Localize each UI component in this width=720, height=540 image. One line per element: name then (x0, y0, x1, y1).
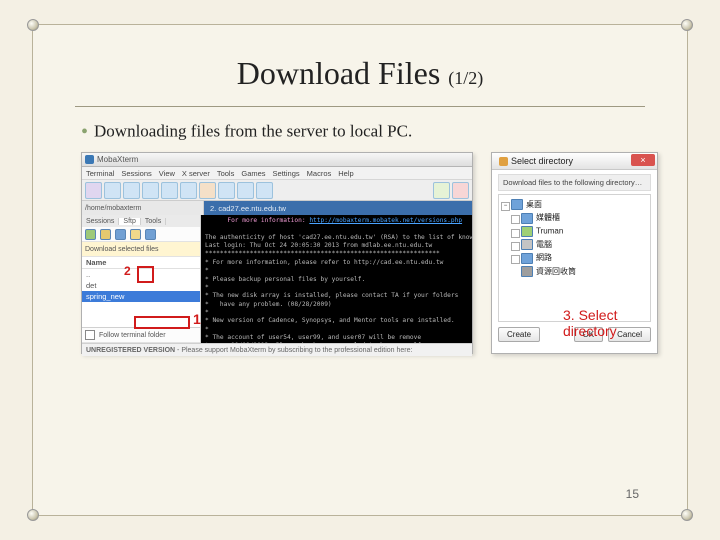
terminal-pane[interactable]: For more information: http://mobaxterm.m… (201, 215, 472, 343)
menu-item[interactable]: Games (241, 169, 265, 178)
tree-root[interactable]: 桌面 (501, 198, 648, 211)
bullet-line: • Downloading files from the server to lo… (33, 121, 687, 152)
status-bar: UNREGISTERED VERSION - Please support Mo… (82, 343, 472, 356)
tree-item[interactable]: 電腦 (511, 238, 648, 251)
dialog-title: Select directory (511, 156, 573, 166)
network-icon (521, 253, 533, 264)
screenshots: MobaXterm Terminal Sessions View X serve… (81, 152, 639, 382)
computer-icon (521, 239, 533, 250)
create-button[interactable]: Create (498, 327, 540, 342)
menu-item[interactable]: Sessions (121, 169, 151, 178)
close-icon[interactable]: × (631, 154, 655, 166)
divider (75, 106, 645, 107)
new-folder-icon[interactable] (130, 229, 141, 240)
refresh-icon[interactable] (115, 229, 126, 240)
callout-box (137, 266, 154, 283)
recycle-bin-icon (521, 266, 533, 277)
corner-screw-icon (681, 509, 693, 521)
upload-icon[interactable] (85, 229, 96, 240)
side-tab-tools[interactable]: Tools (141, 218, 166, 225)
tree-item[interactable]: 資源回收筒 (511, 265, 648, 278)
toolbar (82, 180, 472, 201)
bullet-dot-icon: • (81, 121, 88, 143)
directory-tree[interactable]: 桌面 媒體櫃 Truman 電腦 網路 資源回收筒 (498, 194, 651, 322)
tree-item[interactable]: 媒體櫃 (511, 211, 648, 224)
toolbar-multiexec-icon[interactable] (199, 182, 216, 199)
menu-item[interactable]: Macros (307, 169, 332, 178)
toolbar-tunneling-icon[interactable] (218, 182, 235, 199)
tooltip-download: Download selected files (82, 242, 200, 257)
tree-item[interactable]: Truman (511, 225, 648, 238)
menu-item[interactable]: Help (338, 169, 353, 178)
window-title: MobaXterm (97, 155, 138, 164)
title-main: Download Files (237, 55, 441, 91)
status-left: UNREGISTERED VERSION (86, 347, 175, 354)
desktop-icon (511, 199, 523, 210)
tree-item[interactable]: 網路 (511, 251, 648, 264)
menu-item[interactable]: X server (182, 169, 210, 178)
title-sub: (1/2) (448, 68, 483, 88)
list-item-selected[interactable]: spring_new (82, 291, 200, 302)
corner-screw-icon (681, 19, 693, 31)
sftp-toolbar (82, 227, 200, 242)
library-icon (521, 213, 533, 224)
menu-bar[interactable]: Terminal Sessions View X server Tools Ga… (82, 167, 472, 180)
corner-screw-icon (27, 509, 39, 521)
follow-terminal[interactable]: Follow terminal folder (82, 327, 200, 343)
toolbar-session-icon[interactable] (85, 182, 102, 199)
menu-item[interactable]: Settings (273, 169, 300, 178)
toolbar-settings-icon[interactable] (237, 182, 254, 199)
page-number: 15 (626, 487, 639, 501)
dialog-titlebar[interactable]: Select directory × (492, 153, 657, 170)
callout-box (134, 316, 190, 329)
sftp-path[interactable]: /home/mobaxterm (82, 201, 204, 215)
slide: Download Files (1/2) • Downloading files … (32, 24, 688, 516)
callout-label-2: 2 (124, 264, 131, 278)
toolbar-tools-icon[interactable] (123, 182, 140, 199)
dialog-message: Download files to the following director… (498, 174, 651, 191)
folder-icon (499, 157, 508, 166)
menu-item[interactable]: Terminal (86, 169, 114, 178)
callout-label-1: 1 (193, 311, 201, 327)
toolbar-help-icon[interactable] (256, 182, 273, 199)
window-titlebar[interactable]: MobaXterm (82, 153, 472, 167)
toolbar-view-icon[interactable] (161, 182, 178, 199)
app-icon (85, 155, 94, 164)
menu-item[interactable]: Tools (217, 169, 235, 178)
toolbar-split-icon[interactable] (180, 182, 197, 199)
callout-label-3: 3. Select directory (563, 307, 617, 339)
slide-title: Download Files (1/2) (33, 25, 687, 98)
toolbar-sessions-icon[interactable] (142, 182, 159, 199)
side-tab-sftp[interactable]: Sftp (119, 218, 140, 225)
tab-strip: /home/mobaxterm 2. cad27.ee.ntu.edu.tw (82, 201, 472, 215)
toolbar-xserver-icon[interactable] (433, 182, 450, 199)
dialog-body: Download files to the following director… (492, 170, 657, 322)
menu-item[interactable]: View (159, 169, 175, 178)
toolbar-servers-icon[interactable] (104, 182, 121, 199)
toolbar-exit-icon[interactable] (452, 182, 469, 199)
corner-screw-icon (27, 19, 39, 31)
side-tab-sessions[interactable]: Sessions (82, 218, 119, 225)
terminal-tab[interactable]: 2. cad27.ee.ntu.edu.tw (204, 201, 472, 215)
side-tabs: Sessions Sftp Tools (82, 215, 200, 227)
bullet-text: Downloading files from the server to loc… (94, 121, 412, 140)
checkbox-icon[interactable] (85, 330, 95, 340)
home-icon[interactable] (145, 229, 156, 240)
user-icon (521, 226, 533, 237)
download-icon[interactable] (100, 229, 111, 240)
